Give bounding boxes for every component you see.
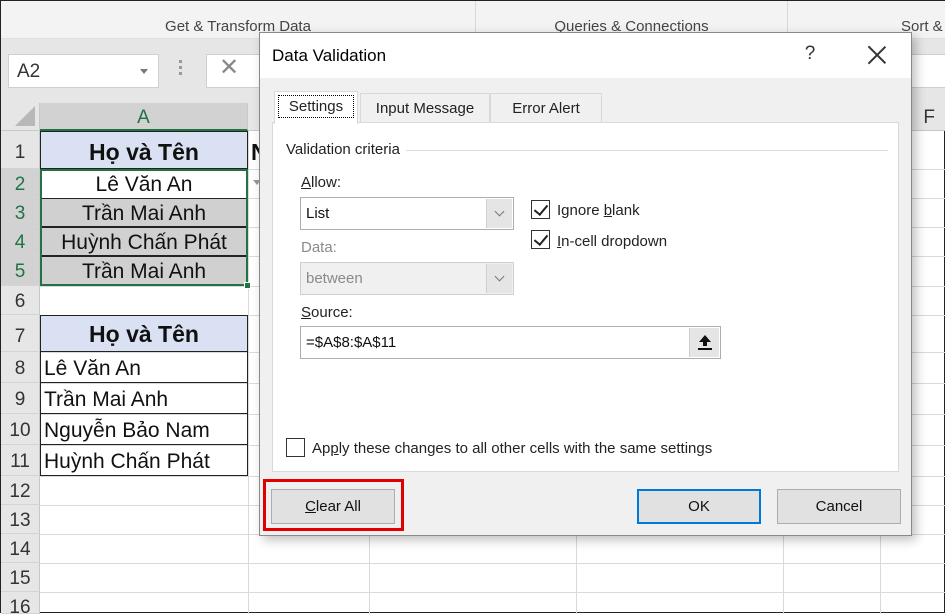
apply-all-label-pre: Ap <box>312 440 331 457</box>
row-header-2[interactable]: 2 <box>1 169 40 198</box>
data-validation-dialog: Data Validation ? Settings Input Message… <box>259 32 912 536</box>
row-header-3[interactable]: 3 <box>1 198 40 227</box>
name-box[interactable]: A2 <box>8 54 159 88</box>
allow-label: Allow: <box>301 174 341 191</box>
apply-all-checkbox[interactable] <box>286 438 305 457</box>
select-all-button[interactable] <box>1 103 40 131</box>
fill-handle[interactable] <box>244 282 251 289</box>
validation-criteria-label: Validation criteria <box>286 141 406 158</box>
ignore-blank-label-accel: b <box>603 202 613 219</box>
collapse-dialog-icon-base <box>698 348 712 350</box>
source-input[interactable]: =$A$8:$A$11 <box>300 326 721 359</box>
in-cell-dropdown-label[interactable]: In-cell dropdown <box>557 233 667 250</box>
ignore-blank-checkbox[interactable] <box>531 200 550 219</box>
cell-a1[interactable]: Họ và Tên <box>40 131 248 169</box>
chevron-down-icon[interactable] <box>486 199 512 228</box>
cell-a11[interactable]: Huỳnh Chấn Phát <box>40 444 248 476</box>
cell-a10[interactable]: Nguyễn Bảo Nam <box>40 413 248 445</box>
data-select: between <box>300 262 514 295</box>
source-label-accel: S <box>301 304 312 321</box>
cancel-entry-icon[interactable]: ✕ <box>219 53 239 82</box>
source-input-value: =$A$8:$A$11 <box>306 334 397 351</box>
gridline <box>40 592 945 593</box>
row-header-14[interactable]: 14 <box>1 534 40 563</box>
row-header-4[interactable]: 4 <box>1 227 40 256</box>
row-header-7[interactable]: 7 <box>1 315 40 352</box>
apply-all-label-post: ly these changes to all other cells with… <box>338 440 713 457</box>
ignore-blank-label[interactable]: Ignore blank <box>557 202 640 219</box>
ok-button[interactable]: OK <box>637 489 761 524</box>
cell-a8[interactable]: Lê Văn An <box>40 351 248 383</box>
range-picker-button[interactable] <box>689 328 719 357</box>
dialog-titlebar[interactable]: Data Validation ? <box>260 33 911 78</box>
row-header-15[interactable]: 15 <box>1 563 40 592</box>
chevron-down-icon[interactable] <box>140 69 148 74</box>
source-label: Source: <box>301 304 353 321</box>
ignore-blank-label-post: lank <box>612 202 640 219</box>
row-header-16[interactable]: 16 <box>1 592 40 614</box>
cell-a9[interactable]: Trần Mai Anh <box>40 382 248 414</box>
tab-settings[interactable]: Settings <box>274 91 358 124</box>
name-box-value: A2 <box>17 61 41 82</box>
cancel-button[interactable]: Cancel <box>777 489 901 524</box>
row-header-6[interactable]: 6 <box>1 286 40 315</box>
tab-settings-label: Settings <box>277 95 355 118</box>
allow-label-rest: llow: <box>311 174 342 191</box>
row-header-13[interactable]: 13 <box>1 505 40 534</box>
apply-all-label[interactable]: Apply these changes to all other cells w… <box>312 440 712 457</box>
row-header-5[interactable]: 5 <box>1 256 40 286</box>
row-header-12[interactable]: 12 <box>1 476 40 505</box>
cell-a2[interactable]: Lê Văn An <box>40 169 248 198</box>
row-header-8[interactable]: 8 <box>1 352 40 383</box>
allow-select[interactable]: List <box>300 197 514 230</box>
drag-handle-icon[interactable] <box>179 60 183 78</box>
in-cell-dropdown-checkbox[interactable] <box>531 230 550 249</box>
gridline <box>248 131 249 614</box>
row-header-1[interactable]: 1 <box>1 131 40 169</box>
help-button[interactable]: ? <box>800 43 820 65</box>
chevron-down-icon <box>486 264 512 293</box>
cell-a7[interactable]: Họ và Tên <box>40 315 248 352</box>
cell-a3[interactable]: Trần Mai Anh <box>40 198 248 227</box>
row-header-11[interactable]: 11 <box>1 445 40 476</box>
apply-all-label-accel: p <box>330 440 339 457</box>
dialog-title: Data Validation <box>272 46 387 65</box>
ignore-blank-label-pre: Ignore <box>557 202 604 219</box>
gridline <box>40 563 945 564</box>
close-icon[interactable] <box>864 43 890 69</box>
source-label-rest: ource: <box>311 304 353 321</box>
row-header-9[interactable]: 9 <box>1 383 40 414</box>
tab-input-message[interactable]: Input Message <box>360 93 490 123</box>
settings-panel: Validation criteria Allow: List Data: be… <box>272 122 899 472</box>
data-label: Data: <box>301 239 337 256</box>
allow-select-value: List <box>306 205 330 222</box>
allow-label-accel: A <box>301 174 312 191</box>
column-header-a[interactable]: A <box>40 103 248 131</box>
in-cell-dropdown-label-rest: n-cell dropdown <box>561 233 668 250</box>
column-header-f-label: F <box>923 107 935 128</box>
row-header-10[interactable]: 10 <box>1 414 40 445</box>
tab-error-alert[interactable]: Error Alert <box>490 93 602 123</box>
cell-a4[interactable]: Huỳnh Chấn Phát <box>40 227 248 256</box>
data-select-value: between <box>306 270 363 287</box>
cell-a5[interactable]: Trần Mai Anh <box>40 256 248 286</box>
collapse-dialog-icon-stem <box>703 341 707 346</box>
clear-all-highlight-box <box>263 479 404 531</box>
